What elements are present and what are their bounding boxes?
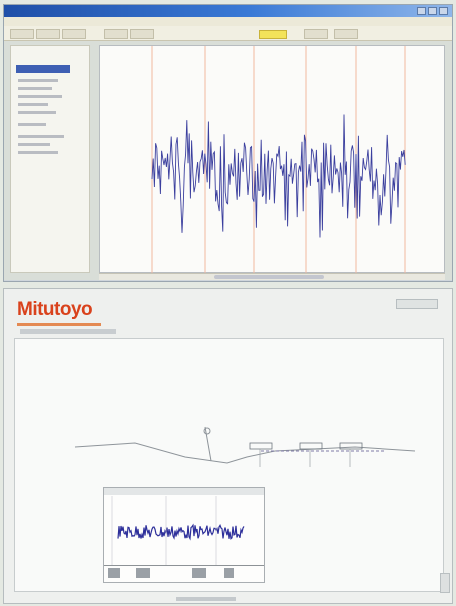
inset-waveform	[111, 496, 245, 566]
side-panel-item[interactable]	[18, 79, 58, 82]
side-panel-selected-item[interactable]	[16, 65, 70, 73]
toolbar-button[interactable]	[304, 29, 328, 39]
side-panel-item[interactable]	[18, 111, 56, 114]
report-footer	[176, 597, 236, 601]
table-cell	[108, 568, 120, 578]
title-bar[interactable]	[4, 5, 452, 17]
toolbar-button[interactable]	[104, 29, 128, 39]
table-cell	[192, 568, 206, 578]
side-panel-item[interactable]	[18, 95, 62, 98]
probe-tip	[203, 427, 211, 435]
brand-logo: Mitutoyo	[17, 299, 93, 320]
dimension-box	[299, 442, 323, 450]
scrollbar-thumb[interactable]	[214, 275, 324, 279]
profile-line	[74, 442, 416, 464]
side-panel-item[interactable]	[18, 135, 64, 138]
side-panel-item[interactable]	[18, 87, 52, 90]
dimension-box	[339, 442, 363, 450]
report-scroll-handle[interactable]	[440, 573, 450, 593]
logo-underline	[17, 323, 101, 326]
minimize-icon[interactable]	[417, 7, 426, 15]
side-panel-item[interactable]	[18, 103, 48, 106]
inset-header	[104, 488, 264, 495]
roughness-inset-chart	[103, 487, 265, 583]
table-cell	[224, 568, 234, 578]
toolbar-button[interactable]	[10, 29, 34, 39]
dimension-box	[249, 442, 273, 450]
maximize-icon[interactable]	[428, 7, 437, 15]
toolbar-button[interactable]	[62, 29, 86, 39]
report-sheet	[14, 338, 444, 592]
report-subtitle	[20, 329, 116, 334]
report-header-tag	[396, 299, 438, 309]
toolbar	[4, 26, 452, 41]
side-panel-item[interactable]	[18, 151, 58, 154]
window-controls	[417, 7, 448, 15]
toolbar-button[interactable]	[36, 29, 60, 39]
waveform-plot[interactable]	[99, 45, 445, 274]
table-cell	[136, 568, 150, 578]
waveform-trace	[151, 114, 406, 238]
inset-trace	[117, 523, 245, 541]
report-window: Mitutoyo	[3, 288, 453, 604]
inset-result-table	[104, 565, 264, 582]
status-bar	[4, 280, 452, 281]
toolbar-active-button[interactable]	[259, 30, 287, 39]
analysis-window	[3, 4, 453, 282]
side-panel-item[interactable]	[18, 143, 50, 146]
close-icon[interactable]	[439, 7, 448, 15]
toolbar-button[interactable]	[130, 29, 154, 39]
side-panel-item[interactable]	[18, 123, 46, 126]
waveform-svg	[151, 46, 406, 274]
toolbar-button[interactable]	[334, 29, 358, 39]
